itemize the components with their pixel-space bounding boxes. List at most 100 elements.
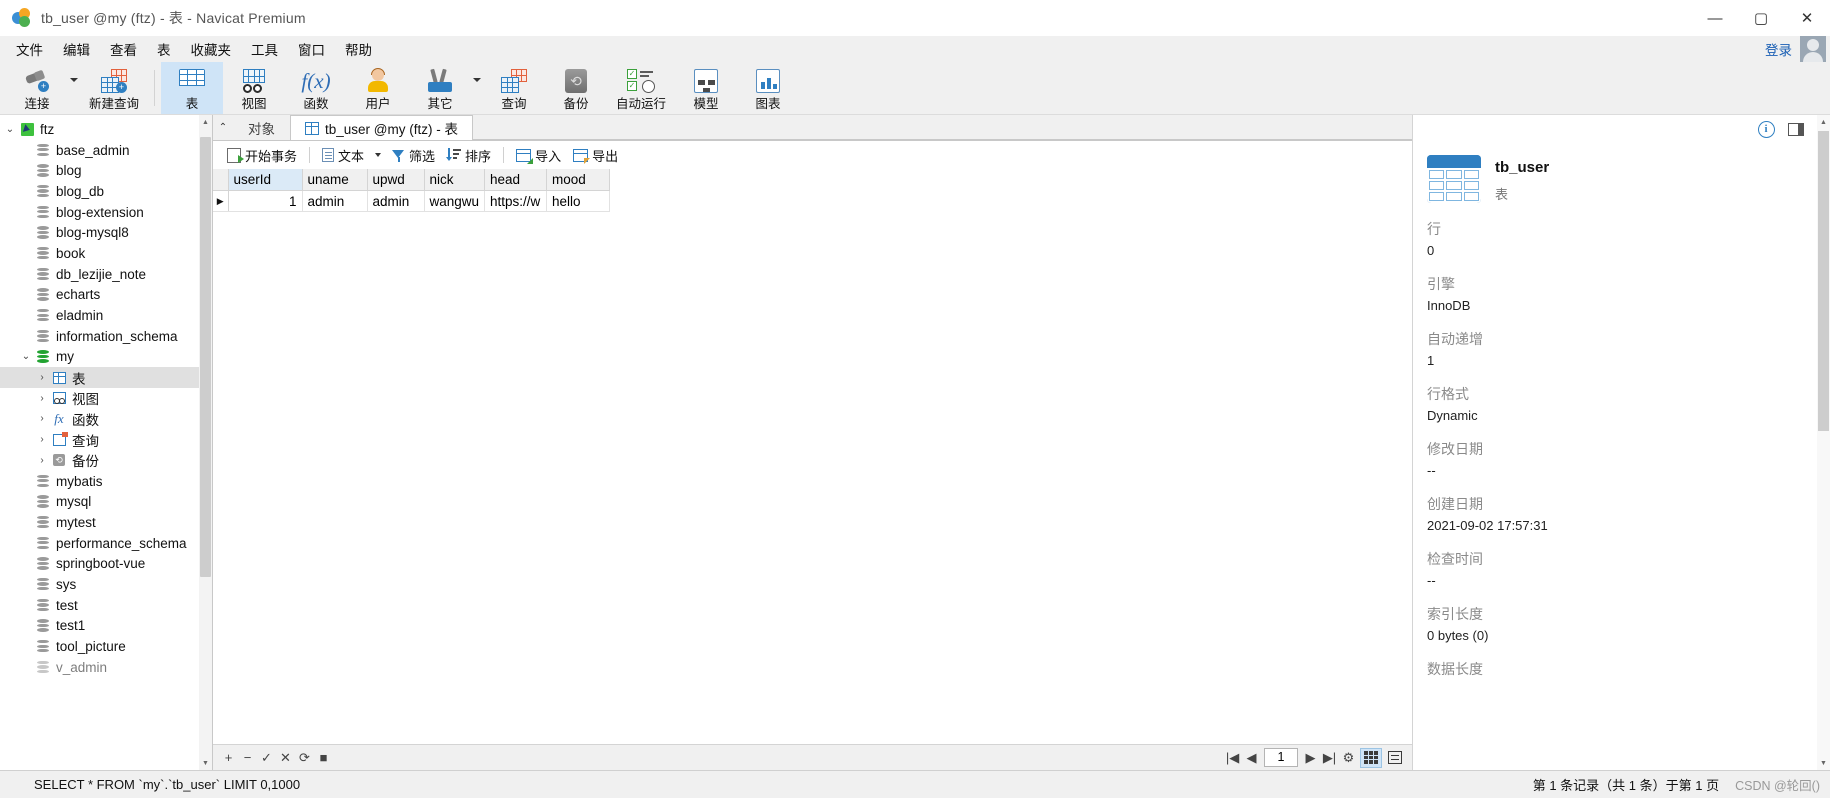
- next-page-button[interactable]: ▶: [1301, 748, 1320, 767]
- tree-node-ftz[interactable]: ⌄ ftz: [0, 119, 212, 140]
- scroll-down-icon[interactable]: ▼: [1817, 756, 1830, 770]
- other-dropdown-caret-icon[interactable]: [471, 62, 483, 114]
- sidebar-scrollbar[interactable]: ▲ ▼: [199, 115, 212, 770]
- tree-node-base_admin[interactable]: › base_admin: [0, 140, 212, 161]
- toolbar-button-new-query[interactable]: + 新建查询: [80, 62, 148, 114]
- tree-node-my[interactable]: ⌄ my: [0, 347, 212, 368]
- tree-node-springboot-vue[interactable]: › springboot-vue: [0, 553, 212, 574]
- sort-button[interactable]: 排序: [441, 144, 497, 167]
- toolbar-button-chart[interactable]: 图表: [737, 62, 799, 114]
- tree-node-mysql[interactable]: › mysql: [0, 491, 212, 512]
- toolbar-button-query[interactable]: 查询: [483, 62, 545, 114]
- gear-icon[interactable]: ⚙: [1339, 748, 1358, 767]
- scroll-up-icon[interactable]: ▲: [199, 115, 212, 129]
- tree-node-blog_db[interactable]: › blog_db: [0, 181, 212, 202]
- form-view-button[interactable]: [1384, 748, 1406, 768]
- menu-item-favorites[interactable]: 收藏夹: [181, 36, 242, 62]
- tree-node-eladmin[interactable]: › eladmin: [0, 305, 212, 326]
- menu-item-tools[interactable]: 工具: [241, 36, 288, 62]
- toolbar-button-other[interactable]: 其它: [409, 62, 471, 114]
- toolbar-button-table[interactable]: 表: [161, 62, 223, 114]
- tab-tb-user[interactable]: tb_user @my (ftz) - 表: [290, 115, 473, 140]
- tree-node-views[interactable]: › 视图: [0, 388, 212, 409]
- column-header-head[interactable]: head: [484, 169, 548, 191]
- page-number-input[interactable]: 1: [1264, 748, 1298, 767]
- toolbar-button-function[interactable]: f(x) 函数: [285, 62, 347, 114]
- menu-item-table[interactable]: 表: [147, 36, 181, 62]
- chevron-right-icon[interactable]: ›: [34, 372, 50, 383]
- chevron-down-icon[interactable]: ⌄: [2, 124, 18, 135]
- toggle-panel-icon[interactable]: [1784, 118, 1808, 140]
- tree-node-functions[interactable]: › fx 函数: [0, 409, 212, 430]
- cancel-changes-button[interactable]: ✕: [276, 748, 295, 767]
- tree-node-test[interactable]: › test: [0, 595, 212, 616]
- column-header-nick[interactable]: nick: [424, 169, 486, 191]
- info-panel-scrollbar[interactable]: ▲ ▼: [1817, 115, 1830, 770]
- tree-node-echarts[interactable]: › echarts: [0, 285, 212, 306]
- tree-node-book[interactable]: › book: [0, 243, 212, 264]
- cell-nick[interactable]: wangwu: [424, 190, 486, 212]
- cell-userId[interactable]: 1: [228, 190, 303, 212]
- scroll-down-icon[interactable]: ▼: [199, 756, 212, 770]
- delete-record-button[interactable]: −: [238, 748, 257, 767]
- column-header-upwd[interactable]: upwd: [367, 169, 425, 191]
- grid-view-button[interactable]: [1360, 747, 1382, 768]
- toolbar-button-backup[interactable]: ⟲ 备份: [545, 62, 607, 114]
- scroll-up-icon[interactable]: ▲: [1817, 115, 1830, 129]
- tree-node-blog-mysql8[interactable]: › blog-mysql8: [0, 222, 212, 243]
- apply-changes-button[interactable]: ✓: [257, 748, 276, 767]
- first-page-button[interactable]: |◀: [1223, 748, 1242, 767]
- chevron-right-icon[interactable]: ›: [34, 413, 50, 424]
- menu-item-file[interactable]: 文件: [6, 36, 53, 62]
- info-icon[interactable]: i: [1754, 118, 1778, 140]
- close-button[interactable]: ✕: [1784, 0, 1830, 36]
- menu-item-edit[interactable]: 编辑: [53, 36, 100, 62]
- cell-mood[interactable]: hello: [546, 190, 611, 212]
- text-button[interactable]: 文本: [316, 144, 370, 167]
- tree-node-test1[interactable]: › test1: [0, 616, 212, 637]
- cell-upwd[interactable]: admin: [367, 190, 425, 212]
- tree-node-v_admin[interactable]: › v_admin: [0, 657, 212, 678]
- tree-node-mybatis[interactable]: › mybatis: [0, 471, 212, 492]
- tree-node-backups[interactable]: › ⟲ 备份: [0, 450, 212, 471]
- tree-node-tool_picture[interactable]: › tool_picture: [0, 636, 212, 657]
- menu-item-help[interactable]: 帮助: [335, 36, 382, 62]
- connection-dropdown-caret-icon[interactable]: [68, 62, 80, 114]
- chevron-right-icon[interactable]: ›: [34, 455, 50, 466]
- menu-item-window[interactable]: 窗口: [288, 36, 335, 62]
- column-header-uname[interactable]: uname: [302, 169, 368, 191]
- menu-item-view[interactable]: 查看: [100, 36, 147, 62]
- prev-page-button[interactable]: ◀: [1242, 748, 1261, 767]
- tree-node-information_schema[interactable]: › information_schema: [0, 326, 212, 347]
- info-scroll-thumb[interactable]: [1818, 131, 1829, 431]
- stop-button[interactable]: ■: [314, 748, 333, 767]
- export-button[interactable]: 导出: [567, 144, 624, 167]
- tree-node-queries[interactable]: › 查询: [0, 429, 212, 450]
- filter-button[interactable]: 筛选: [386, 144, 441, 167]
- text-dropdown-caret-icon[interactable]: [375, 153, 382, 157]
- login-link[interactable]: 登录: [1757, 39, 1800, 59]
- import-button[interactable]: 导入: [510, 144, 567, 167]
- tree-node-blog-extension[interactable]: › blog-extension: [0, 202, 212, 223]
- tree-node-sys[interactable]: › sys: [0, 574, 212, 595]
- minimize-button[interactable]: —: [1692, 0, 1738, 36]
- tab-objects[interactable]: 对象: [233, 115, 290, 140]
- cell-head[interactable]: https://w: [484, 190, 548, 212]
- chevron-right-icon[interactable]: ›: [34, 393, 50, 404]
- table-row[interactable]: ▶ 1 admin admin wangwu https://w hello: [213, 190, 611, 212]
- cell-uname[interactable]: admin: [302, 190, 368, 212]
- tree-node-db_lezijie_note[interactable]: › db_lezijie_note: [0, 264, 212, 285]
- maximize-button[interactable]: ▢: [1738, 0, 1784, 36]
- begin-transaction-button[interactable]: 开始事务: [221, 144, 303, 167]
- chevron-down-icon[interactable]: ⌄: [18, 351, 34, 362]
- toolbar-button-view[interactable]: 视图: [223, 62, 285, 114]
- refresh-button[interactable]: ⟳: [295, 748, 314, 767]
- toolbar-button-user[interactable]: 用户: [347, 62, 409, 114]
- toolbar-button-connection[interactable]: + 连接: [6, 62, 68, 114]
- collapse-panel-icon[interactable]: ⌃: [213, 114, 233, 140]
- toolbar-button-model[interactable]: 模型: [675, 62, 737, 114]
- sidebar-scroll-thumb[interactable]: [200, 137, 211, 577]
- tree-node-tables[interactable]: › 表: [0, 367, 212, 388]
- add-record-button[interactable]: +: [219, 748, 238, 767]
- tree-node-mytest[interactable]: › mytest: [0, 512, 212, 533]
